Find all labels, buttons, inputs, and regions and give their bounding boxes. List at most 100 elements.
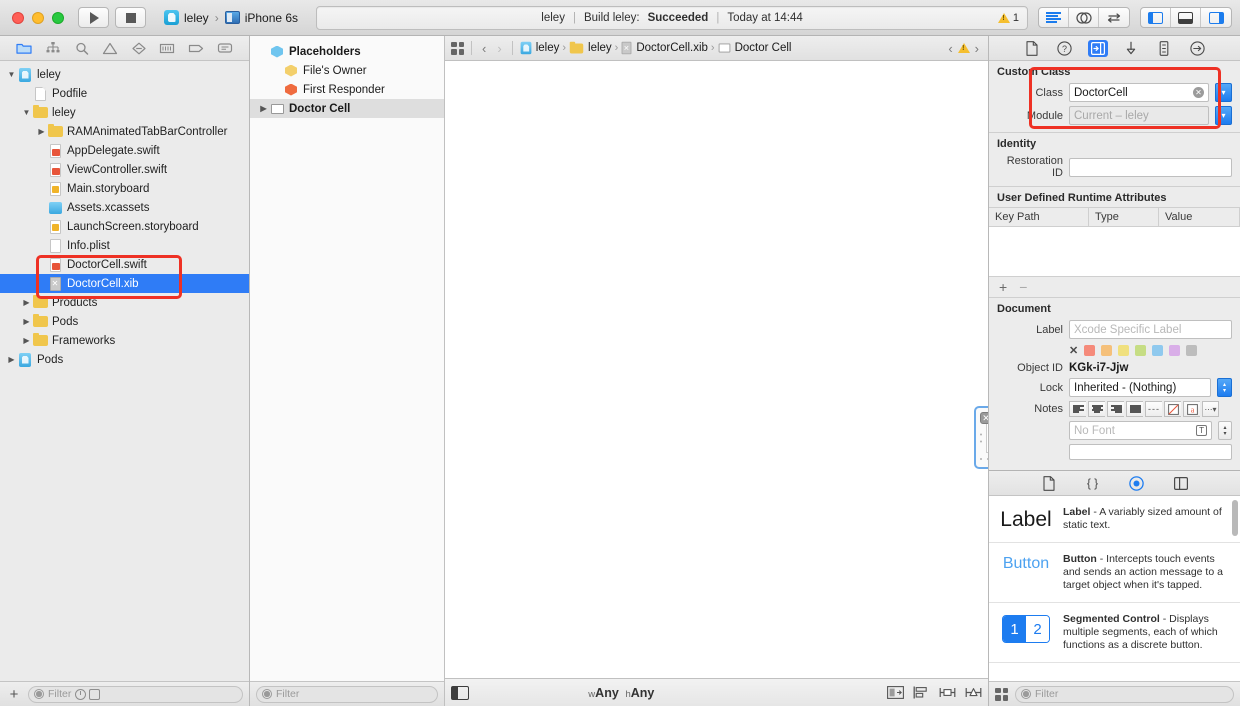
- library-view-mode-icon[interactable]: [995, 687, 1008, 701]
- disclosure-triangle-icon[interactable]: [21, 298, 32, 307]
- project-file-tree[interactable]: leley Podfile leley RAMAnimatedTabBarContro…: [0, 61, 249, 681]
- interface-builder-canvas[interactable]: ✕: [445, 61, 988, 678]
- disclosure-triangle-icon[interactable]: [36, 127, 47, 136]
- class-field[interactable]: DoctorCell ✕: [1069, 83, 1209, 102]
- close-window-button[interactable]: [12, 11, 24, 24]
- standard-editor-button[interactable]: [1039, 8, 1069, 27]
- scheme-selector[interactable]: leley › iPhone 6s: [156, 7, 306, 29]
- disclosure-triangle-icon[interactable]: [6, 355, 17, 364]
- next-issue-button[interactable]: ›: [972, 41, 982, 56]
- module-dropdown-button[interactable]: ▾: [1215, 106, 1232, 125]
- forward-button[interactable]: ›: [494, 41, 504, 56]
- stop-button[interactable]: [115, 7, 146, 28]
- breadcrumb-item[interactable]: leley: [520, 41, 559, 55]
- breadcrumb-item[interactable]: ✕ DoctorCell.xib: [621, 41, 708, 55]
- text-color-button[interactable]: [1164, 401, 1181, 417]
- table-view-cell-selection[interactable]: ✕: [974, 406, 988, 469]
- file-tree-row[interactable]: AppDelegate.swift: [0, 141, 249, 160]
- file-tree-row[interactable]: RAMAnimatedTabBarController: [0, 122, 249, 141]
- file-tree-row[interactable]: LaunchScreen.storyboard: [0, 217, 249, 236]
- tab-identity-inspector[interactable]: [1087, 39, 1108, 57]
- toggle-document-outline-button[interactable]: [451, 685, 469, 700]
- restoration-id-field[interactable]: [1069, 157, 1232, 177]
- library-scrollbar[interactable]: [1232, 500, 1238, 536]
- toggle-utilities-button[interactable]: [1201, 8, 1231, 27]
- navigator-filter-field[interactable]: Filter: [28, 685, 243, 703]
- resize-handle-bottom-left[interactable]: [980, 458, 988, 460]
- disclosure-triangle-icon[interactable]: [21, 108, 32, 117]
- outline-filter-field[interactable]: Filter: [256, 685, 438, 703]
- color-swatch[interactable]: [1186, 345, 1198, 356]
- file-tree-row[interactable]: Podfile: [0, 84, 249, 103]
- outline-row[interactable]: First Responder: [250, 80, 444, 99]
- pin-button[interactable]: [939, 686, 956, 700]
- module-field[interactable]: Current – leley: [1069, 106, 1209, 125]
- toggle-navigator-button[interactable]: [1141, 8, 1171, 27]
- file-tree-row[interactable]: leley: [0, 103, 249, 122]
- tab-size-inspector[interactable]: [1154, 40, 1174, 57]
- disclosure-triangle-icon[interactable]: [258, 104, 269, 113]
- add-file-button[interactable]: +: [6, 686, 22, 703]
- disclosure-triangle-icon[interactable]: [21, 336, 32, 345]
- align-justify-button[interactable]: [1126, 401, 1143, 417]
- font-field[interactable]: No Font T: [1069, 421, 1212, 440]
- file-tree-row[interactable]: ✕ DoctorCell.xib: [0, 274, 249, 293]
- tab-object-library[interactable]: [1128, 475, 1146, 492]
- source-control-filter-icon[interactable]: [89, 688, 101, 700]
- file-tree-row[interactable]: Assets.xcassets: [0, 198, 249, 217]
- tab-attributes-inspector[interactable]: [1121, 40, 1141, 57]
- font-stepper[interactable]: ▴ ▾: [1218, 421, 1232, 440]
- outline-row[interactable]: Placeholders: [250, 42, 444, 61]
- disclosure-triangle-icon[interactable]: [21, 317, 32, 326]
- color-swatch[interactable]: [1101, 345, 1113, 356]
- file-tree-row[interactable]: leley: [0, 65, 249, 84]
- warning-indicator[interactable]: 1: [997, 12, 1019, 24]
- back-button[interactable]: ‹: [479, 41, 489, 56]
- tab-code-snippet-library[interactable]: { }: [1084, 475, 1102, 492]
- file-tree-row[interactable]: Products: [0, 293, 249, 312]
- tab-source-control-navigator[interactable]: [42, 39, 64, 57]
- previous-issue-button[interactable]: ‹: [945, 41, 955, 56]
- outline-row[interactable]: File's Owner: [250, 61, 444, 80]
- table-view-cell[interactable]: ✕: [974, 406, 988, 469]
- class-dropdown-button[interactable]: ▾: [1215, 83, 1232, 102]
- file-tree-row[interactable]: Pods: [0, 350, 249, 369]
- notes-textarea[interactable]: [1069, 444, 1232, 460]
- align-right-button[interactable]: [1107, 401, 1124, 417]
- version-editor-button[interactable]: [1099, 8, 1129, 27]
- color-swatch[interactable]: [1118, 345, 1130, 356]
- user-defined-table-body[interactable]: [989, 227, 1240, 277]
- tab-breakpoint-navigator[interactable]: [185, 39, 207, 57]
- file-tree-row[interactable]: Main.storyboard: [0, 179, 249, 198]
- document-label-field[interactable]: Xcode Specific Label: [1069, 320, 1232, 339]
- align-left-button[interactable]: [1069, 401, 1086, 417]
- list-style-button[interactable]: ---: [1145, 401, 1162, 417]
- tab-connections-inspector[interactable]: [1187, 40, 1207, 57]
- resolve-auto-layout-issues-button[interactable]: [965, 686, 982, 700]
- maximize-window-button[interactable]: [52, 11, 64, 24]
- close-icon[interactable]: ✕: [980, 412, 988, 424]
- tab-find-navigator[interactable]: [71, 39, 93, 57]
- related-items-icon[interactable]: [451, 41, 464, 55]
- tab-project-navigator[interactable]: [13, 39, 35, 57]
- size-class-indicator[interactable]: wAny hAny: [588, 686, 654, 700]
- color-swatch[interactable]: [1135, 345, 1147, 356]
- outline-row[interactable]: Doctor Cell: [250, 99, 444, 118]
- file-tree-row[interactable]: Pods: [0, 312, 249, 331]
- file-tree-row[interactable]: Frameworks: [0, 331, 249, 350]
- lock-stepper[interactable]: ▴ ▾: [1217, 378, 1232, 397]
- document-outline-tree[interactable]: Placeholders File's Owner First Responder D…: [250, 36, 444, 681]
- tab-quick-help-inspector[interactable]: ?: [1055, 40, 1075, 57]
- library-item[interactable]: 1 2 Segmented Control - Displays multiple …: [989, 603, 1240, 663]
- library-item[interactable]: Button Button - Intercepts touch events a…: [989, 543, 1240, 603]
- color-swatch[interactable]: [1084, 345, 1096, 356]
- tab-media-library[interactable]: [1172, 475, 1190, 492]
- recent-files-icon[interactable]: [75, 688, 87, 700]
- align-center-button[interactable]: [1088, 401, 1105, 417]
- object-library-list[interactable]: Label Label - A variably sized amount of …: [989, 496, 1240, 681]
- clear-color-button[interactable]: ✕: [1069, 344, 1078, 357]
- toggle-debug-area-button[interactable]: [1171, 8, 1201, 27]
- remove-attribute-button[interactable]: −: [1019, 279, 1027, 295]
- run-button[interactable]: [78, 7, 109, 28]
- file-tree-row[interactable]: ViewController.swift: [0, 160, 249, 179]
